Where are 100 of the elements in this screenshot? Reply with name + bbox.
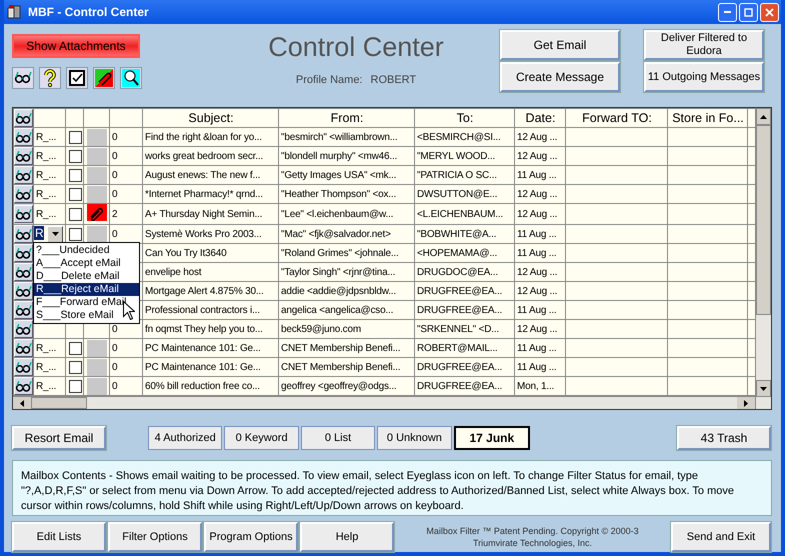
- table-cell: addie <addie@jdpsnbldw...: [278, 282, 414, 300]
- view-button[interactable]: [14, 378, 32, 394]
- filter-tab[interactable]: 0 Unknown: [377, 426, 452, 450]
- table-cell: 11 Aug ...: [514, 300, 566, 320]
- down-arrow-icon: [760, 386, 767, 390]
- header-button[interactable]: Get Email: [500, 30, 620, 60]
- footer-button[interactable]: Edit Lists: [12, 522, 106, 552]
- minimize-icon: [724, 11, 731, 13]
- status-field[interactable]: R: [34, 226, 44, 240]
- column-header[interactable]: To:: [414, 108, 514, 128]
- table-cell: <BESMIRCH@SI...: [414, 128, 514, 146]
- view-button[interactable]: [14, 226, 32, 242]
- close-button[interactable]: [760, 2, 779, 22]
- header-button[interactable]: Deliver Filtered to Eudora: [644, 30, 764, 60]
- view-glasses-button[interactable]: [12, 67, 34, 89]
- table-cell: "besmirch" <williambrown...: [278, 128, 414, 146]
- dropdown-button[interactable]: [47, 226, 64, 242]
- horizontal-scrollbar[interactable]: [13, 396, 756, 409]
- view-button[interactable]: [14, 264, 32, 280]
- scrollbar-thumb[interactable]: [31, 397, 87, 409]
- view-button[interactable]: [14, 166, 32, 184]
- menu-item[interactable]: S___Store eMail: [34, 309, 139, 322]
- table-cell: "MERYL WOOD...: [414, 146, 514, 166]
- maximize-button[interactable]: [739, 2, 758, 22]
- checkbox-button[interactable]: [66, 67, 88, 89]
- filter-tab[interactable]: 0 List: [300, 426, 376, 450]
- search-icon: [122, 69, 140, 87]
- footer-button[interactable]: Program Options: [204, 522, 298, 552]
- table-cell: 12 Aug ...: [514, 204, 566, 224]
- table-cell: "Roland Grimes" <johnale...: [278, 244, 414, 262]
- filter-tab[interactable]: 17 Junk: [454, 426, 530, 450]
- table-cell: 11 Aug ...: [514, 224, 566, 244]
- view-button[interactable]: [14, 128, 32, 146]
- table-cell: R_...: [34, 184, 66, 204]
- table-cell: <L.EICHENBAUM...: [414, 204, 514, 224]
- close-icon: [765, 8, 774, 16]
- table-cell: <HOPEMAMA@...: [414, 244, 514, 262]
- send-and-exit-button[interactable]: Send and Exit: [671, 522, 771, 552]
- filter-tab[interactable]: 4 Authorized: [148, 426, 222, 450]
- info-text: Mailbox Contents - Shows email waiting to be processed. To view email, select Eyeglass icon on left. To change Filter Status for email, type "?,A,D,R,F,S" or select from menu via Down Arrow. To add accepted/rejected address to Authorized/Banned List, select white Always box. To move cursor within rows/columns, hold Shift while using Right/Left/Up/Down arrows on keyboard.: [12, 460, 772, 516]
- table-cell: beck59@juno.com: [278, 320, 414, 338]
- checkbox[interactable]: [68, 130, 82, 144]
- footer-button[interactable]: Help: [300, 522, 394, 552]
- checkbox[interactable]: [68, 208, 82, 220]
- column-header[interactable]: From:: [278, 108, 414, 128]
- profile-name: ROBERT: [370, 74, 416, 86]
- menu-item[interactable]: ?___Undecided: [34, 244, 139, 257]
- checkbox[interactable]: [68, 360, 82, 374]
- table-cell: 11 Aug ...: [514, 244, 566, 262]
- window-title: MBF - Control Center: [28, 5, 150, 19]
- show-attachments-button[interactable]: Show Attachments: [12, 34, 140, 58]
- vertical-scrollbar[interactable]: [755, 108, 771, 409]
- trash-button[interactable]: 43 Trash: [677, 426, 771, 450]
- checkbox[interactable]: [68, 228, 82, 240]
- paperclip-button[interactable]: [93, 67, 115, 89]
- table-cell: Mortgage Alert 4.875% 30...: [142, 282, 278, 300]
- table-cell: Find the right &loan for yo...: [142, 128, 278, 146]
- view-button[interactable]: [14, 358, 32, 376]
- glasses-icon: [15, 340, 32, 356]
- checkbox[interactable]: [68, 150, 82, 162]
- table-cell: R_...: [34, 166, 66, 184]
- header-button[interactable]: Create Message: [500, 62, 620, 92]
- checkbox[interactable]: [68, 188, 82, 200]
- filter-tab[interactable]: 0 Keyword: [224, 426, 299, 450]
- column-header[interactable]: Forward TO:: [566, 108, 668, 128]
- view-button[interactable]: [14, 340, 32, 356]
- glasses-icon: [15, 110, 32, 126]
- table-cell: Professional contractors i...: [142, 300, 278, 320]
- table-cell: 12 Aug ...: [514, 146, 566, 166]
- column-header[interactable]: Store in Fo...: [668, 108, 748, 128]
- view-button[interactable]: [14, 205, 32, 223]
- view-button[interactable]: [14, 186, 32, 202]
- column-header[interactable]: Subject:: [142, 108, 278, 128]
- menu-item[interactable]: R___Reject eMail: [34, 283, 139, 296]
- search-button[interactable]: [120, 67, 142, 89]
- up-arrow-icon: [760, 114, 767, 118]
- help-button[interactable]: [39, 67, 61, 89]
- view-button[interactable]: [14, 148, 32, 164]
- view-button[interactable]: [14, 320, 32, 338]
- glasses-icon: [15, 359, 32, 375]
- view-button[interactable]: [14, 244, 32, 262]
- minimize-button[interactable]: [718, 2, 737, 22]
- table-cell: PC Maintenance 101: Ge...: [142, 338, 278, 358]
- column-header[interactable]: Date:: [514, 108, 566, 128]
- checkbox-icon: [68, 69, 86, 87]
- resort-email-button[interactable]: Resort Email: [12, 426, 106, 450]
- table-cell: "Lee" <l.eichenbaum@w...: [278, 204, 414, 224]
- checkbox[interactable]: [68, 342, 82, 354]
- header-button[interactable]: 11 Outgoing Messages: [644, 62, 764, 92]
- glasses-icon: [15, 206, 32, 222]
- view-button[interactable]: [14, 302, 32, 318]
- menu-item[interactable]: D___Delete eMail: [34, 270, 139, 283]
- table-cell: 11 Aug ...: [514, 338, 566, 358]
- view-button[interactable]: [14, 282, 32, 300]
- scrollbar-thumb[interactable]: [756, 125, 771, 315]
- checkbox[interactable]: [68, 380, 82, 392]
- footer-button[interactable]: Filter Options: [108, 522, 202, 552]
- view-button[interactable]: [14, 110, 32, 126]
- checkbox[interactable]: [68, 168, 82, 182]
- menu-item[interactable]: A___Accept eMail: [34, 257, 139, 270]
